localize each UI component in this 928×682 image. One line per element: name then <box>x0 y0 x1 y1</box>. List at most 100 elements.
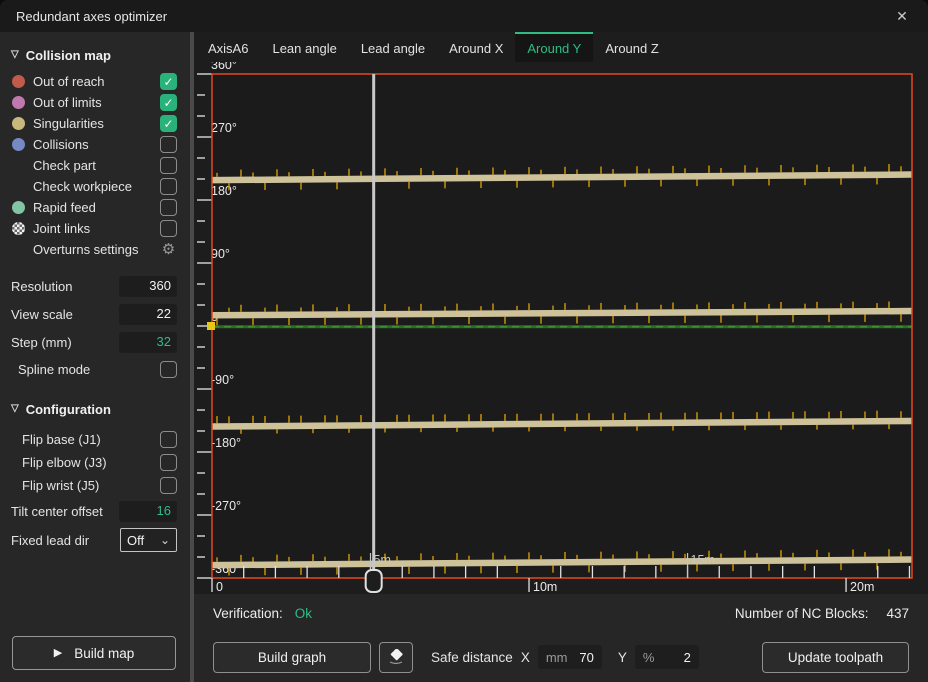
chart-area[interactable]: 360°270°180°90°0-90°-180°-270°-360°010m2… <box>194 62 928 594</box>
tab-label: Around X <box>449 41 503 56</box>
close-icon[interactable]: ✕ <box>892 8 912 25</box>
collapse-triangle-icon: ▽ <box>11 404 19 414</box>
y-axis-label: 360° <box>211 62 237 72</box>
legend-label: Out of reach <box>33 74 105 89</box>
legend-label: Joint links <box>33 221 90 236</box>
update-toolpath-button[interactable]: Update toolpath <box>762 642 909 673</box>
status-bar: Verification: Ok Number of NC Blocks: 43… <box>194 594 928 632</box>
fixed-lead-dir-value: Off <box>127 533 144 548</box>
rapid-feed-checkbox[interactable] <box>160 199 177 216</box>
legend-row-joint-links: Joint links <box>0 218 190 239</box>
build-map-button[interactable]: ▶ Build map <box>12 636 176 670</box>
tab-label: Around Y <box>527 41 581 56</box>
tab-lean-angle[interactable]: Lean angle <box>260 32 348 62</box>
x-axis-label: 20m <box>850 580 874 594</box>
around-y-angle-chart[interactable]: 360°270°180°90°0-90°-180°-270°-360°010m2… <box>194 62 928 594</box>
resolution-field: Resolution 360 <box>0 272 190 300</box>
legend-row-collisions: Collisions <box>0 134 190 155</box>
legend-row-rapid-feed: Rapid feed <box>0 197 190 218</box>
rapid-feed-swatch <box>12 201 25 214</box>
singularities-swatch <box>12 117 25 130</box>
overturns-settings-row: Overturns settings ⚙ <box>0 239 190 260</box>
collision-map-header[interactable]: ▽ Collision map <box>0 44 190 66</box>
collisions-checkbox[interactable] <box>160 136 177 153</box>
y-axis-label: -90° <box>211 373 234 387</box>
y-axis-label: -180° <box>211 436 241 450</box>
configuration-header[interactable]: ▽ Configuration <box>0 398 190 420</box>
safe-distance-y-label: Y <box>618 650 627 665</box>
resolution-input[interactable]: 360 <box>119 276 177 297</box>
y-axis-label: 270° <box>211 121 237 135</box>
tilt-center-offset-input[interactable]: 16 <box>119 501 177 522</box>
out-of-reach-swatch <box>12 75 25 88</box>
y-axis-label: 180° <box>211 184 237 198</box>
step-input[interactable]: 32 <box>119 332 177 353</box>
legend-row-out-of-limits: Out of limits ✓ <box>0 92 190 113</box>
flip-elbow-checkbox[interactable] <box>160 454 177 471</box>
flip-wrist-checkbox[interactable] <box>160 477 177 494</box>
chevron-down-icon: ⌄ <box>160 537 170 543</box>
check-part-checkbox[interactable] <box>160 157 177 174</box>
view-scale-field: View scale 22 <box>0 300 190 328</box>
x-unit: mm <box>546 650 568 665</box>
safe-distance-y-input[interactable]: % 2 <box>635 645 699 669</box>
bottom-toolbar: Build graph Safe distance X mm 70 Y % 2 … <box>194 632 928 682</box>
legend-label: Out of limits <box>33 95 102 110</box>
tab-axisa6[interactable]: AxisA6 <box>196 32 260 62</box>
build-graph-button[interactable]: Build graph <box>213 642 371 673</box>
eraser-button[interactable] <box>379 642 413 673</box>
flip-wrist-label: Flip wrist (J5) <box>22 478 99 493</box>
legend-label: Rapid feed <box>33 200 96 215</box>
spline-mode-checkbox[interactable] <box>160 361 177 378</box>
safe-distance-label: Safe distance <box>431 650 513 665</box>
flip-elbow-label: Flip elbow (J3) <box>22 455 107 470</box>
collapse-triangle-icon: ▽ <box>11 50 19 60</box>
flip-base-checkbox[interactable] <box>160 431 177 448</box>
fixed-lead-dir-field: Fixed lead dir Off ⌄ <box>0 525 190 555</box>
overturns-settings-label: Overturns settings <box>33 242 139 257</box>
joint-links-swatch <box>12 222 25 235</box>
inner-distance-label: 15m <box>691 553 715 567</box>
legend-row-check-workpiece: Check workpiece <box>0 176 190 197</box>
fixed-lead-dir-select[interactable]: Off ⌄ <box>120 528 177 552</box>
tab-lead-angle[interactable]: Lead angle <box>349 32 437 62</box>
singularities-checkbox[interactable]: ✓ <box>160 115 177 132</box>
gear-icon[interactable]: ⚙ <box>160 242 177 257</box>
x-axis-label: 0 <box>216 580 223 594</box>
step-field: Step (mm) 32 <box>0 328 190 356</box>
safe-distance-x-input[interactable]: mm 70 <box>538 645 602 669</box>
cursor-drag-handle[interactable] <box>366 570 382 592</box>
collision-map-title: Collision map <box>26 48 111 63</box>
y-unit: % <box>643 650 655 665</box>
check-workpiece-checkbox[interactable] <box>160 178 177 195</box>
y-value: 2 <box>684 650 691 665</box>
zero-axis-marker <box>207 322 215 330</box>
nc-blocks-value: 437 <box>886 606 909 621</box>
build-map-label: Build map <box>74 646 134 661</box>
out-of-reach-checkbox[interactable]: ✓ <box>160 73 177 90</box>
title-bar: Redundant axes optimizer ✕ <box>0 0 928 32</box>
x-value: 70 <box>579 650 593 665</box>
tab-around-x[interactable]: Around X <box>437 32 515 62</box>
flip-base-label: Flip base (J1) <box>22 432 101 447</box>
flip-elbow-row: Flip elbow (J3) <box>0 451 190 474</box>
out-of-limits-checkbox[interactable]: ✓ <box>160 94 177 111</box>
tilt-center-offset-label: Tilt center offset <box>11 504 103 519</box>
verification-status-value: Ok <box>295 606 312 621</box>
inner-distance-label: 5m <box>374 553 391 567</box>
verification-label: Verification: <box>213 606 283 621</box>
joint-links-checkbox[interactable] <box>160 220 177 237</box>
flip-base-row: Flip base (J1) <box>0 428 190 451</box>
view-scale-input[interactable]: 22 <box>119 304 177 325</box>
legend-label: Collisions <box>33 137 89 152</box>
tab-label: AxisA6 <box>208 41 248 56</box>
play-icon: ▶ <box>54 648 62 659</box>
tab-around-y[interactable]: Around Y <box>515 32 593 62</box>
eraser-icon <box>387 649 405 665</box>
view-scale-label: View scale <box>11 307 73 322</box>
legend-row-check-part: Check part <box>0 155 190 176</box>
tab-around-z[interactable]: Around Z <box>593 32 670 62</box>
y-axis-label: 90° <box>211 247 230 261</box>
flip-wrist-row: Flip wrist (J5) <box>0 474 190 497</box>
legend-label: Check part <box>33 158 96 173</box>
